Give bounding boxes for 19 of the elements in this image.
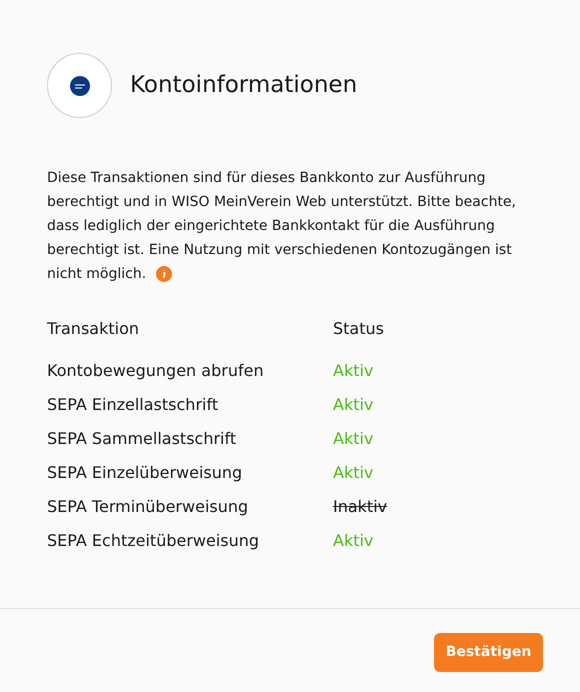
transaction-name: Kontobewegungen abrufen [47, 360, 265, 382]
dialog-title: Kontoinformationen [130, 71, 358, 100]
transaction-name: SEPA Sammellastschrift [47, 428, 238, 450]
transaction-name: SEPA Terminüberweisung [47, 496, 250, 518]
column-header: Status [333, 318, 384, 340]
transaction-name: SEPA Echtzeitüberweisung [47, 530, 260, 552]
status-text: Aktiv [333, 428, 374, 450]
status-text: Aktiv [333, 360, 374, 382]
status-text: Aktiv [333, 530, 374, 552]
confirm-button[interactable]: Bestätigen [434, 632, 543, 672]
status-text: Aktiv [333, 462, 374, 484]
column-header: Transaktion [47, 318, 140, 340]
info-icon[interactable] [156, 266, 172, 282]
transaction-name: SEPA Einzellastschrift [47, 394, 220, 416]
transaction-name: SEPA Einzelüberweisung [47, 462, 244, 484]
status-text: Inaktiv [333, 496, 388, 518]
description-text: nicht möglich. [47, 265, 146, 284]
bank-logo-icon [70, 76, 90, 96]
status-text: Aktiv [333, 394, 374, 416]
